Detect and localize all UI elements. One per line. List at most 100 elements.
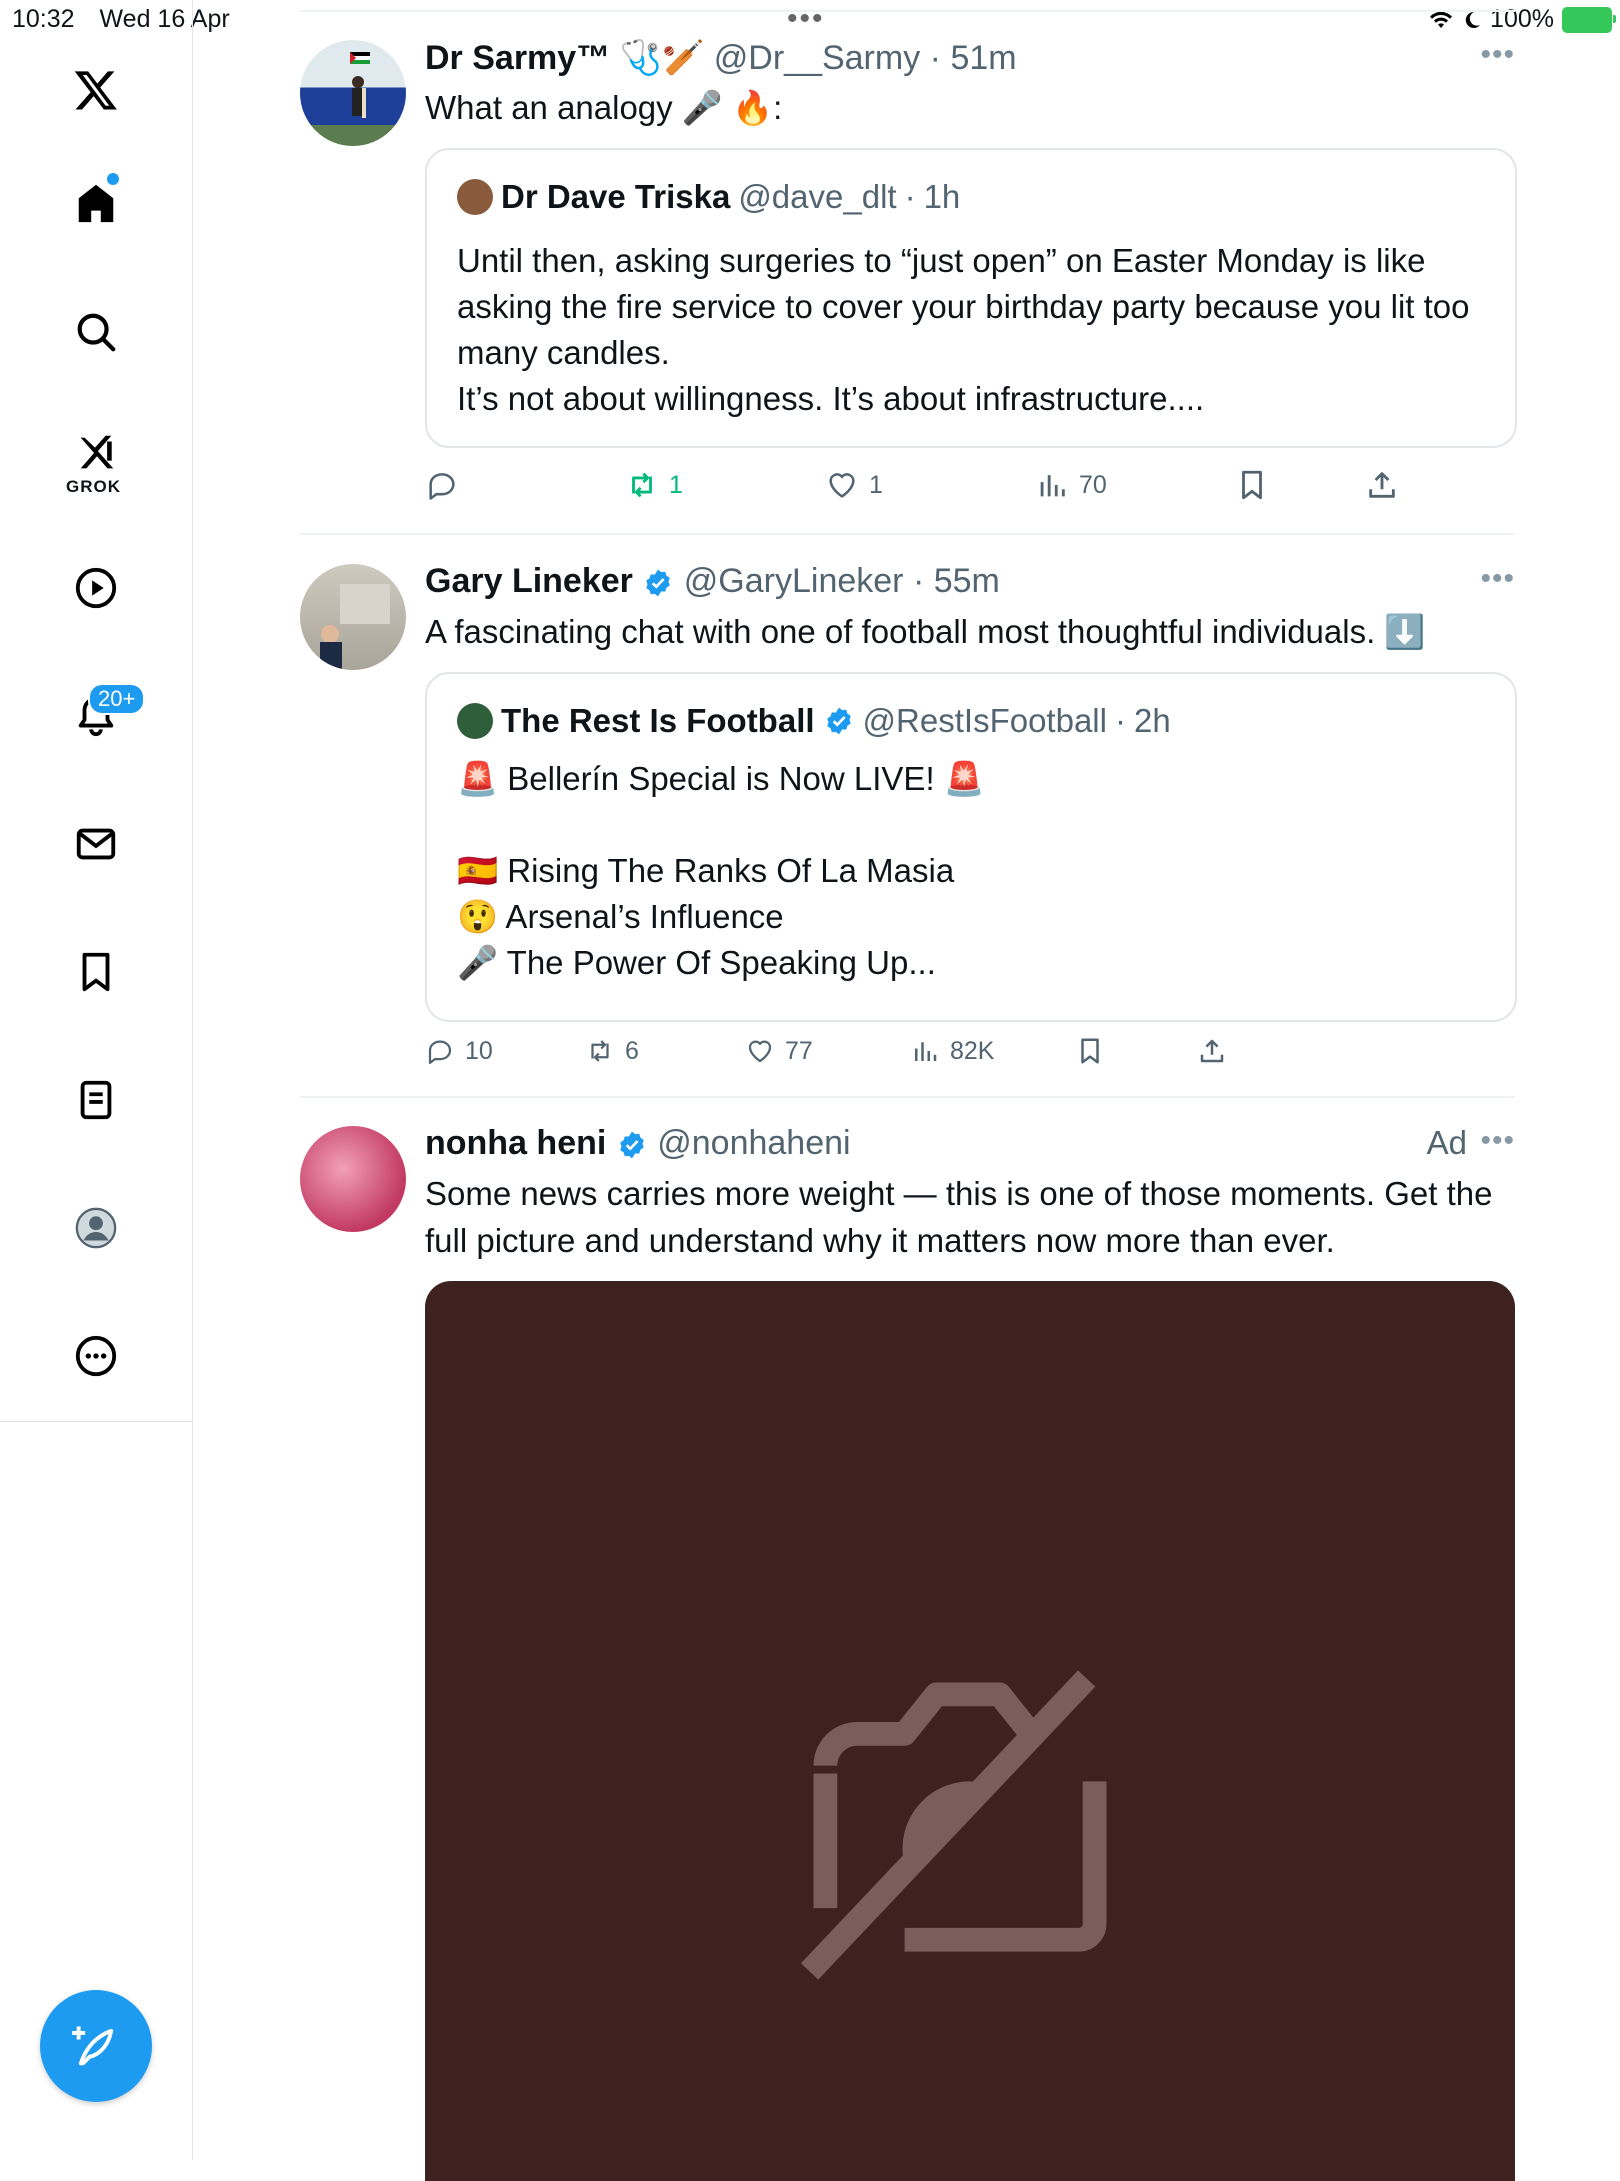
compose-feather-icon	[72, 2026, 114, 2066]
tweet-text: A fascinating chat with one of football …	[425, 613, 1426, 650]
avatar[interactable]	[300, 1126, 406, 1232]
author-name[interactable]: Dr Sarmy™ 🩺🏏	[425, 39, 704, 77]
author-handle[interactable]: @GaryLineker	[684, 562, 904, 600]
reply-icon	[428, 1040, 452, 1064]
repost-button[interactable]: 6	[585, 1036, 639, 1066]
bookmark-button[interactable]	[1075, 1036, 1105, 1066]
sidebar-divider	[0, 1421, 192, 1422]
like-button[interactable]: 1	[825, 468, 883, 502]
like-button[interactable]: 77	[745, 1036, 813, 1066]
more-icon[interactable]: •••	[1480, 562, 1515, 596]
sidebar: GROK 20+	[0, 0, 193, 2160]
heart-icon	[829, 473, 855, 498]
tweet-time[interactable]: 51m	[950, 39, 1016, 77]
quote-author-handle: @RestIsFootball	[862, 702, 1107, 739]
author-name[interactable]: nonha heni	[425, 1124, 606, 1162]
grok-label: GROK	[66, 477, 121, 496]
views-count: 82K	[950, 1036, 995, 1065]
like-count: 77	[785, 1036, 813, 1065]
avatar[interactable]	[300, 564, 406, 670]
ad-media-placeholder[interactable]	[425, 1281, 1515, 2181]
views-button[interactable]: 70	[1035, 468, 1107, 502]
quote-blank-line	[457, 802, 1487, 848]
reply-button[interactable]	[425, 468, 469, 502]
like-count: 1	[869, 470, 883, 499]
bookmark-icon	[1081, 1038, 1099, 1064]
tweet-actions: 1 1 70	[425, 468, 1515, 508]
video-play-icon[interactable]	[58, 550, 134, 626]
feed-top-divider	[300, 10, 1515, 12]
views-chart-icon	[915, 1042, 937, 1061]
ad-label: Ad	[1426, 1124, 1467, 1161]
tweet-header: Gary Lineker @GaryLineker · 55m	[425, 562, 1000, 600]
moon-icon	[1465, 11, 1481, 28]
views-button[interactable]: 82K	[910, 1036, 994, 1066]
quote-avatar-icon	[457, 703, 493, 739]
bookmarks-icon[interactable]	[58, 934, 134, 1010]
battery-icon	[1562, 6, 1616, 33]
search-icon[interactable]	[58, 294, 134, 370]
lists-document-icon[interactable]	[58, 1062, 134, 1138]
bookmark-button[interactable]	[1235, 468, 1269, 502]
quote-line: It’s not about willingness. It’s about i…	[457, 380, 1205, 417]
x-logo-icon[interactable]	[58, 52, 134, 128]
avatar[interactable]	[300, 40, 406, 146]
quote-line: 🚨 Bellerín Special is Now LIVE! 🚨	[457, 760, 985, 797]
status-bar: 10:32 Wed 16 Apr ••• 100%	[0, 0, 1620, 40]
author-handle[interactable]: @Dr__Sarmy	[714, 39, 920, 77]
quote-author-name: The Rest Is Football	[501, 702, 815, 739]
views-count: 70	[1079, 470, 1107, 499]
tweet-header: nonha heni @nonhaheni	[425, 1124, 851, 1163]
messages-envelope-icon[interactable]	[58, 806, 134, 882]
tweet-text: What an analogy 🎤 🔥:	[425, 89, 783, 126]
quote-line: 😲 Arsenal’s Influence	[457, 898, 784, 935]
repost-icon	[632, 472, 652, 498]
tweet-divider	[300, 533, 1515, 535]
heart-icon	[748, 1040, 772, 1063]
wifi-icon	[1430, 11, 1453, 28]
home-icon[interactable]	[58, 165, 134, 241]
more-icon[interactable]: •••	[1480, 1124, 1515, 1158]
compose-post-button[interactable]	[40, 1990, 152, 2102]
image-unavailable-icon	[800, 1670, 1107, 1980]
repost-button[interactable]: 1	[625, 468, 683, 502]
notifications-badge: 20+	[88, 683, 146, 715]
reply-count: 10	[465, 1036, 493, 1065]
quote-header: Dr Dave Triska @dave_dlt · 1h	[457, 178, 960, 216]
verified-badge-icon	[646, 569, 671, 597]
quote-author-handle: @dave_dlt	[738, 178, 897, 215]
multitasking-dots-icon[interactable]: •••	[787, 4, 825, 34]
home-unread-dot	[107, 173, 119, 185]
views-chart-icon	[1040, 475, 1065, 497]
quote-time: 1h	[923, 178, 961, 215]
verified-badge-icon	[826, 707, 851, 735]
tweet-divider	[300, 1096, 1515, 1098]
quote-header: The Rest Is Football @RestIsFootball · 2h	[457, 702, 1171, 740]
share-icon	[1369, 472, 1395, 498]
quoted-tweet[interactable]: Dr Dave Triska @dave_dlt · 1h Until then, …	[425, 148, 1517, 448]
author-handle[interactable]: @nonhaheni	[657, 1124, 850, 1162]
more-options-circle-icon[interactable]	[58, 1318, 134, 1394]
more-icon[interactable]: •••	[1480, 38, 1515, 72]
tweet-header: Dr Sarmy™ 🩺🏏 @Dr__Sarmy · 51m	[425, 39, 1017, 77]
reply-icon	[429, 473, 455, 500]
quote-body: 🚨 Bellerín Special is Now LIVE! 🚨 🇪🇸 Ris…	[457, 756, 1487, 986]
quote-line: Until then, asking surgeries to “just op…	[457, 242, 1470, 371]
bookmark-icon	[1242, 470, 1262, 500]
profile-avatar-icon[interactable]	[58, 1190, 134, 1266]
tweet-time[interactable]: 55m	[934, 562, 1000, 600]
quoted-tweet[interactable]: The Rest Is Football @RestIsFootball · 2h …	[425, 672, 1517, 1022]
quote-line: 🇪🇸 Rising The Ranks Of La Masia	[457, 852, 955, 889]
quote-author-name: Dr Dave Triska	[501, 178, 731, 215]
tweet-actions: 10 6 77 82K	[425, 1036, 1515, 1076]
author-name[interactable]: Gary Lineker	[425, 562, 633, 600]
quote-avatar-icon	[457, 179, 493, 215]
reply-button[interactable]: 10	[425, 1036, 493, 1066]
quote-time: 2h	[1133, 702, 1171, 739]
repost-icon	[591, 1040, 609, 1062]
quote-body: Until then, asking surgeries to “just op…	[457, 238, 1487, 422]
quote-line: 🎤 The Power Of Speaking Up...	[457, 944, 936, 981]
share-button[interactable]	[1197, 1036, 1227, 1066]
share-button[interactable]	[1365, 468, 1399, 502]
repost-count: 6	[625, 1036, 639, 1065]
